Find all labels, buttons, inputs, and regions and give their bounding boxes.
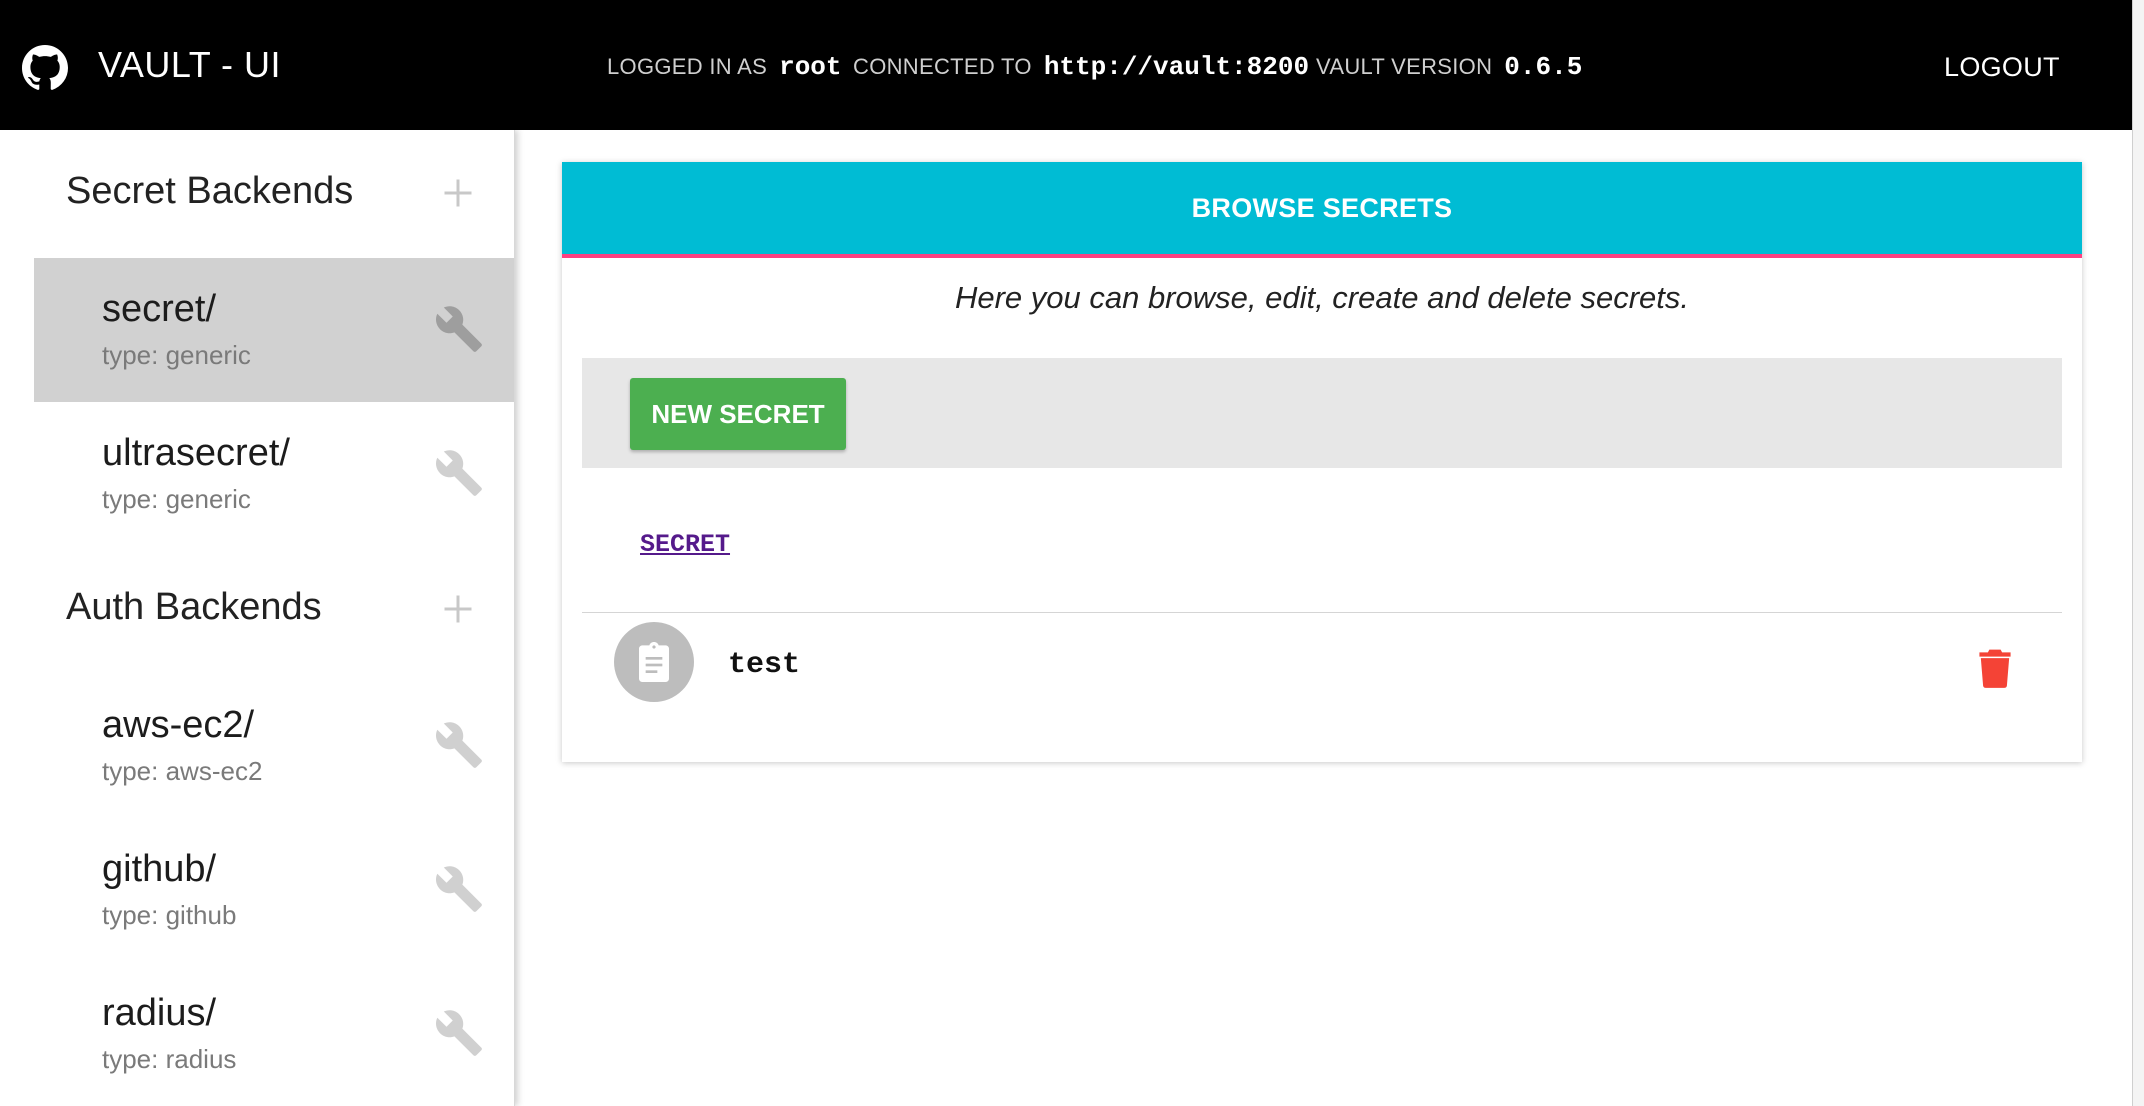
secret-backends-header: Secret Backends bbox=[66, 170, 354, 212]
card-title: BROWSE SECRETS bbox=[1191, 192, 1453, 223]
avatar bbox=[614, 622, 694, 702]
wrench-icon[interactable] bbox=[434, 304, 484, 354]
breadcrumb-secret[interactable]: SECRET bbox=[640, 530, 730, 559]
card-description: Here you can browse, edit, create and de… bbox=[954, 280, 1690, 315]
backend-name: github/ bbox=[102, 848, 217, 890]
wrench-icon[interactable] bbox=[434, 720, 484, 770]
backend-name: aws-ec2/ bbox=[102, 704, 255, 746]
backend-type: type: generic bbox=[102, 484, 251, 514]
connected-label: CONNECTED TO bbox=[853, 54, 1032, 79]
backend-name: ultrasecret/ bbox=[102, 432, 290, 474]
divider bbox=[582, 612, 2062, 613]
github-icon[interactable] bbox=[22, 45, 68, 91]
new-secret-button[interactable]: NEW SECRET bbox=[630, 378, 846, 450]
sidebar-item-secret[interactable]: secret/ type: generic bbox=[34, 258, 514, 402]
secret-name[interactable]: test bbox=[728, 648, 800, 682]
sidebar-item-ultrasecret[interactable]: ultrasecret/ type: generic bbox=[34, 402, 514, 546]
window-edge bbox=[2132, 0, 2144, 1106]
add-secret-backend-icon[interactable] bbox=[440, 175, 476, 211]
wrench-icon[interactable] bbox=[434, 864, 484, 914]
connected-url: http://vault:8200 bbox=[1043, 52, 1310, 82]
logged-in-label: LOGGED IN AS bbox=[607, 54, 768, 79]
backend-type: type: aws-ec2 bbox=[102, 756, 263, 786]
logged-in-status: LOGGED IN AS root bbox=[607, 52, 842, 82]
backend-type: type: radius bbox=[102, 1044, 237, 1074]
sidebar-item-aws-ec2[interactable]: aws-ec2/ type: aws-ec2 bbox=[34, 674, 514, 818]
connection-status: CONNECTED TO http://vault:8200 bbox=[853, 52, 1309, 82]
wrench-icon[interactable] bbox=[434, 448, 484, 498]
browse-secrets-card: BROWSE SECRETS Here you can browse, edit… bbox=[562, 162, 2082, 762]
sidebar-item-github[interactable]: github/ type: github bbox=[34, 818, 514, 962]
list-item[interactable]: test bbox=[582, 614, 2062, 724]
backend-type: type: generic bbox=[102, 340, 251, 370]
logged-in-user: root bbox=[779, 52, 842, 82]
backend-name: secret/ bbox=[102, 288, 217, 330]
backend-type: type: github bbox=[102, 900, 237, 930]
version-label: VAULT VERSION bbox=[1316, 54, 1493, 79]
top-bar: VAULT - UI LOGGED IN AS root CONNECTED T… bbox=[0, 0, 2132, 130]
card-header: BROWSE SECRETS bbox=[562, 162, 2082, 258]
toolbar: NEW SECRET bbox=[582, 358, 2062, 468]
app-title: VAULT - UI bbox=[98, 44, 282, 85]
backend-name: radius/ bbox=[102, 992, 217, 1034]
logout-button[interactable]: LOGOUT bbox=[1944, 52, 2060, 83]
version-status: VAULT VERSION 0.6.5 bbox=[1316, 52, 1582, 82]
trash-icon[interactable] bbox=[1978, 648, 2012, 688]
auth-backends-header: Auth Backends bbox=[66, 586, 322, 628]
sidebar-item-radius[interactable]: radius/ type: radius bbox=[34, 962, 514, 1106]
sidebar: Secret Backends secret/ type: generic ul… bbox=[0, 130, 515, 1106]
version-value: 0.6.5 bbox=[1504, 52, 1583, 82]
wrench-icon[interactable] bbox=[434, 1008, 484, 1058]
clipboard-icon bbox=[639, 642, 669, 682]
add-auth-backend-icon[interactable] bbox=[440, 591, 476, 627]
